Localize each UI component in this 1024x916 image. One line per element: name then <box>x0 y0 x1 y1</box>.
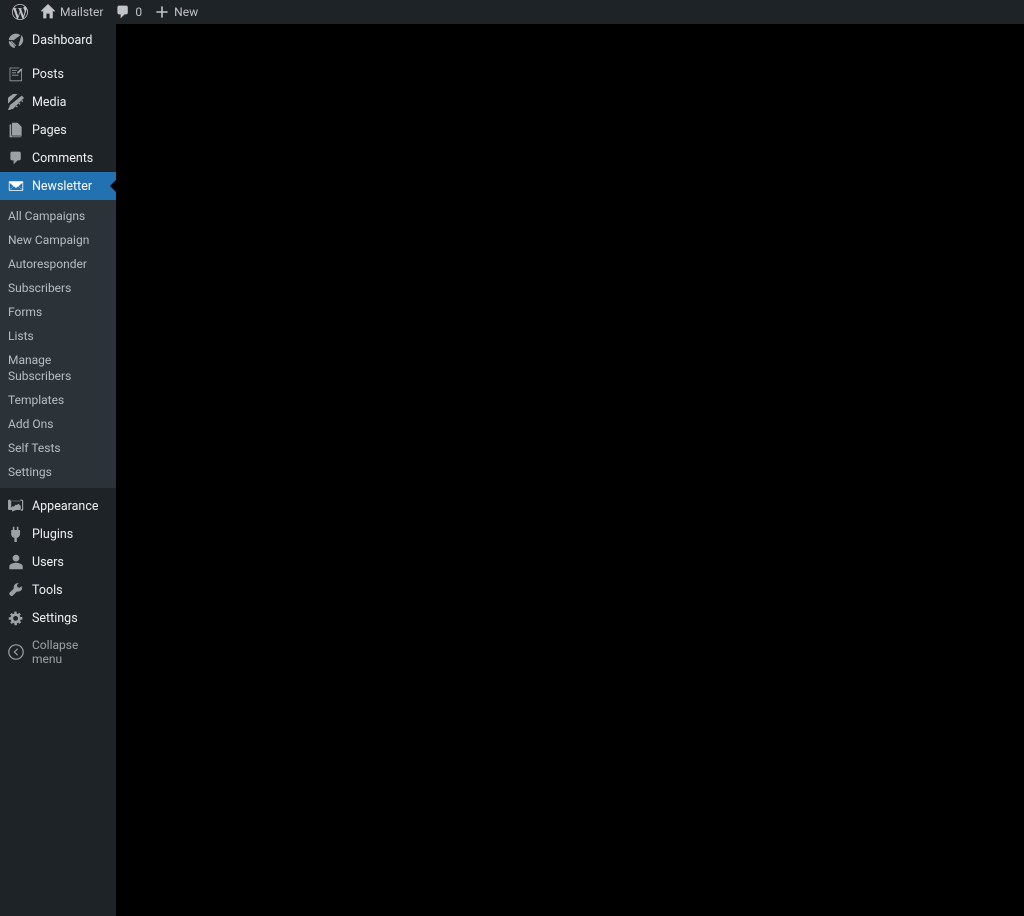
sidebar-item-pages[interactable]: Pages <box>0 116 116 144</box>
dashboard-label: Dashboard <box>32 33 92 48</box>
comments-icon <box>8 150 24 166</box>
media-icon <box>8 94 24 110</box>
site-name-link[interactable]: Mailster <box>34 0 109 24</box>
new-content-link[interactable]: New <box>148 0 204 24</box>
sidebar-item-users[interactable]: Users <box>0 548 116 576</box>
submenu-item-lists[interactable]: Lists <box>0 324 116 348</box>
appearance-label: Appearance <box>32 499 99 514</box>
comments-count: 0 <box>135 5 142 19</box>
submenu-item-all-campaigns[interactable]: All Campaigns <box>0 204 116 228</box>
sidebar-item-settings[interactable]: Settings <box>0 604 116 632</box>
site-name-label: Mailster <box>60 5 103 19</box>
submenu-item-forms[interactable]: Forms <box>0 300 116 324</box>
new-label: New <box>174 5 198 19</box>
sidebar-item-appearance[interactable]: Appearance <box>0 492 116 520</box>
admin-toolbar: Mailster 0 New <box>0 0 1024 24</box>
plugins-icon <box>8 526 24 542</box>
collapse-label: Collapse menu <box>32 638 108 666</box>
sidebar-item-plugins[interactable]: Plugins <box>0 520 116 548</box>
sidebar-item-comments[interactable]: Comments <box>0 144 116 172</box>
tools-label: Tools <box>32 583 63 598</box>
wordpress-logo-menu[interactable] <box>6 0 34 24</box>
dashboard-icon <box>8 32 24 48</box>
submenu-item-self-tests[interactable]: Self Tests <box>0 436 116 460</box>
comments-link[interactable]: 0 <box>109 0 148 24</box>
sidebar-item-dashboard[interactable]: Dashboard <box>0 24 116 56</box>
admin-sidebar: Dashboard Posts Media Pages Comments New… <box>0 24 116 916</box>
comments-label: Comments <box>32 151 93 166</box>
media-label: Media <box>32 95 66 110</box>
comment-icon <box>115 4 131 20</box>
newsletter-submenu: All Campaigns New Campaign Autoresponder… <box>0 200 116 488</box>
sidebar-item-tools[interactable]: Tools <box>0 576 116 604</box>
submenu-item-settings[interactable]: Settings <box>0 460 116 484</box>
submenu-item-subscribers[interactable]: Subscribers <box>0 276 116 300</box>
posts-icon <box>8 66 24 82</box>
newsletter-label: Newsletter <box>32 179 92 194</box>
home-icon <box>40 4 56 20</box>
pages-label: Pages <box>32 123 67 138</box>
collapse-icon <box>8 644 24 660</box>
wordpress-logo-icon <box>12 4 28 20</box>
submenu-item-autoresponder[interactable]: Autoresponder <box>0 252 116 276</box>
posts-label: Posts <box>32 67 64 82</box>
users-icon <box>8 554 24 570</box>
sidebar-item-posts[interactable]: Posts <box>0 60 116 88</box>
submenu-item-new-campaign[interactable]: New Campaign <box>0 228 116 252</box>
appearance-icon <box>8 498 24 514</box>
submenu-item-add-ons[interactable]: Add Ons <box>0 412 116 436</box>
envelope-icon <box>8 178 24 194</box>
tools-icon <box>8 582 24 598</box>
users-label: Users <box>32 555 64 570</box>
main-content-area <box>116 24 1024 916</box>
plus-icon <box>154 4 170 20</box>
settings-icon <box>8 610 24 626</box>
settings-label: Settings <box>32 611 78 626</box>
submenu-item-templates[interactable]: Templates <box>0 388 116 412</box>
collapse-menu-button[interactable]: Collapse menu <box>0 632 116 672</box>
sidebar-item-media[interactable]: Media <box>0 88 116 116</box>
sidebar-item-newsletter[interactable]: Newsletter <box>0 172 116 200</box>
submenu-item-manage-subscribers[interactable]: Manage Subscribers <box>0 348 116 388</box>
plugins-label: Plugins <box>32 527 73 542</box>
pages-icon <box>8 122 24 138</box>
